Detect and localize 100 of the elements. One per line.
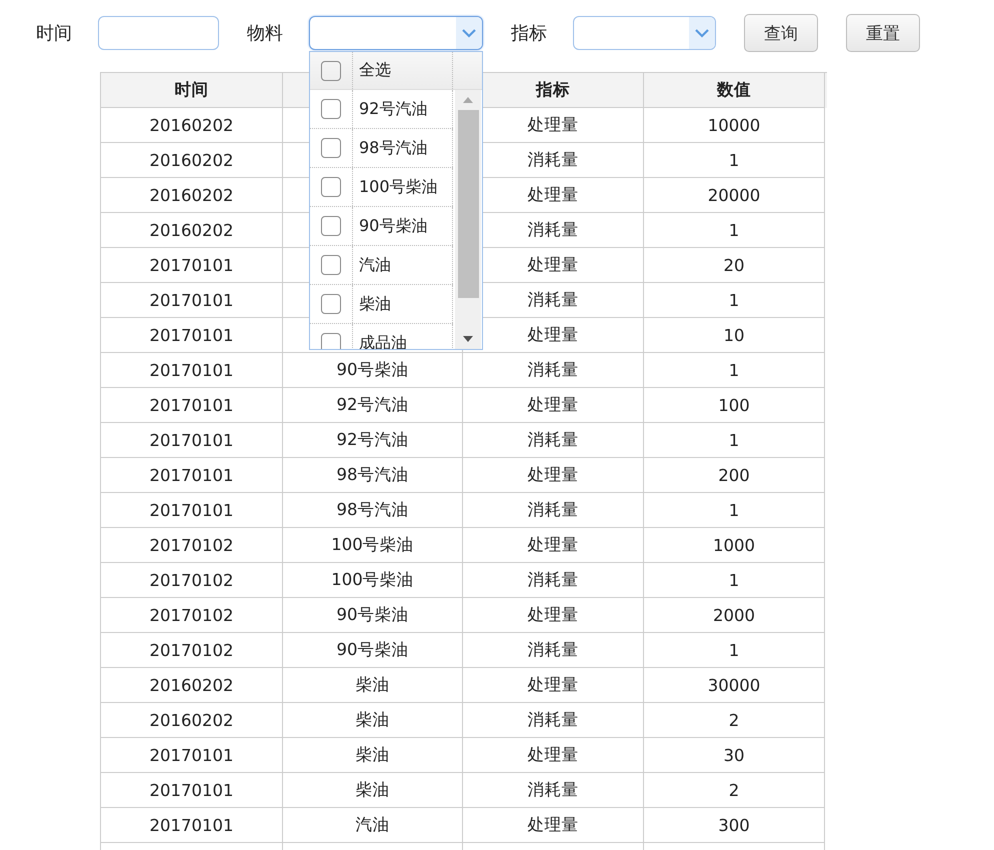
- column-header: 时间: [101, 73, 283, 108]
- dropdown-option[interactable]: 92号汽油: [353, 90, 453, 128]
- table-cell: 柴油: [283, 668, 463, 703]
- checkbox[interactable]: [321, 138, 341, 158]
- scroll-up-icon[interactable]: [463, 97, 473, 103]
- dropdown-option[interactable]: 汽油: [353, 246, 453, 284]
- table-cell: 100号柴油: [283, 563, 463, 598]
- table-cell: 1: [644, 213, 825, 248]
- table-cell: 92号汽油: [283, 423, 463, 458]
- table-cell: 20170101: [101, 738, 283, 773]
- table-cell: 20160202: [101, 213, 283, 248]
- table-cell: 2: [644, 773, 825, 808]
- table-cell: 200: [644, 458, 825, 493]
- table-cell: 1: [644, 493, 825, 528]
- filter-label: 指标: [511, 22, 547, 45]
- form-button[interactable]: 重置: [846, 14, 920, 52]
- chevron-down-icon: [462, 28, 476, 38]
- table-cell: 处理量: [463, 458, 644, 493]
- table-cell: 10: [644, 318, 825, 353]
- scrollbar[interactable]: [455, 90, 481, 349]
- dropdown-option[interactable]: 100号柴油: [353, 168, 453, 206]
- select-field[interactable]: [309, 16, 483, 50]
- table-cell: 20160202: [101, 178, 283, 213]
- table-cell: 消耗量: [463, 633, 644, 668]
- table-cell: 30: [644, 738, 825, 773]
- table-cell: 处理量: [463, 738, 644, 773]
- table-cell: 30000: [644, 668, 825, 703]
- form-button[interactable]: 查询: [744, 14, 818, 52]
- dropdown-option[interactable]: 98号汽油: [353, 129, 453, 167]
- table-cell: 98号汽油: [283, 493, 463, 528]
- table-cell: 20160202: [101, 108, 283, 143]
- table-cell: 98号汽油: [283, 458, 463, 493]
- table-cell: 20170101: [101, 283, 283, 318]
- table-cell: 20170102: [101, 563, 283, 598]
- scroll-down-icon[interactable]: [463, 336, 473, 342]
- table-cell: 20170101: [101, 388, 283, 423]
- table-cell: 20170101: [101, 773, 283, 808]
- table-cell: 柴油: [283, 773, 463, 808]
- table-cell: 20170101: [101, 808, 283, 843]
- checkbox[interactable]: [321, 60, 341, 80]
- table-cell: 1: [644, 423, 825, 458]
- table-cell: 处理量: [463, 808, 644, 843]
- table-cell: 20170101: [101, 318, 283, 353]
- table-cell: 90号柴油: [283, 598, 463, 633]
- table-cell: 消耗量: [463, 703, 644, 738]
- table-cell: 20160202: [101, 703, 283, 738]
- dropdown-option[interactable]: 90号柴油: [353, 207, 453, 245]
- table-cell: 20170102: [101, 598, 283, 633]
- table-cell: 100号柴油: [283, 528, 463, 563]
- table-cell: 1: [644, 283, 825, 318]
- chevron-down-icon: [695, 28, 709, 38]
- table-cell: 90号柴油: [283, 633, 463, 668]
- filter-label: 时间: [36, 22, 72, 45]
- table-cell: 2000: [644, 598, 825, 633]
- checkbox[interactable]: [321, 294, 341, 314]
- table-cell: 1: [644, 143, 825, 178]
- table-cell: 处理量: [463, 668, 644, 703]
- table-cell: 柴油: [283, 738, 463, 773]
- table-cell: 1: [644, 633, 825, 668]
- table-cell: 消耗量: [463, 563, 644, 598]
- column-header: 数值: [644, 73, 825, 108]
- input-field[interactable]: [98, 16, 219, 50]
- table-cell: 20000: [644, 178, 825, 213]
- table-cell: 20170101: [101, 423, 283, 458]
- checkbox[interactable]: [321, 177, 341, 197]
- table-cell: 300: [644, 808, 825, 843]
- table-cell: 消耗量: [463, 493, 644, 528]
- table-cell: 20160202: [101, 143, 283, 178]
- dropdown-option[interactable]: 柴油: [353, 285, 453, 323]
- table-cell: 处理量: [463, 598, 644, 633]
- table-cell: 汽油: [283, 808, 463, 843]
- filter-label: 物料: [247, 22, 283, 45]
- table-cell: 92号汽油: [283, 388, 463, 423]
- table-cell: 90号柴油: [283, 353, 463, 388]
- checkbox[interactable]: [321, 99, 341, 119]
- table-cell: 100: [644, 388, 825, 423]
- checkbox[interactable]: [321, 216, 341, 236]
- select-field[interactable]: [573, 16, 716, 50]
- checkbox[interactable]: [321, 255, 341, 275]
- table-cell: 柴油: [283, 703, 463, 738]
- table-cell: 20170101: [101, 458, 283, 493]
- table-cell: 消耗量: [463, 773, 644, 808]
- table-cell: 1000: [644, 528, 825, 563]
- table-cell: 20170101: [101, 493, 283, 528]
- table-cell: 20170102: [101, 528, 283, 563]
- table-cell: 10000: [644, 108, 825, 143]
- table-cell: 处理量: [463, 388, 644, 423]
- table-cell: 消耗量: [463, 423, 644, 458]
- table-cell: 2: [644, 703, 825, 738]
- checkbox[interactable]: [321, 333, 341, 349]
- table-cell: 20: [644, 248, 825, 283]
- scrollbar-thumb[interactable]: [458, 110, 478, 298]
- table-cell: 1: [644, 353, 825, 388]
- table-cell: 消耗量: [463, 353, 644, 388]
- table-cell: 处理量: [463, 528, 644, 563]
- table-cell: 20170101: [101, 353, 283, 388]
- table-cell: 1: [644, 563, 825, 598]
- table-cell: 20170101: [101, 248, 283, 283]
- table-cell: 20160202: [101, 668, 283, 703]
- table-cell: 20170102: [101, 633, 283, 668]
